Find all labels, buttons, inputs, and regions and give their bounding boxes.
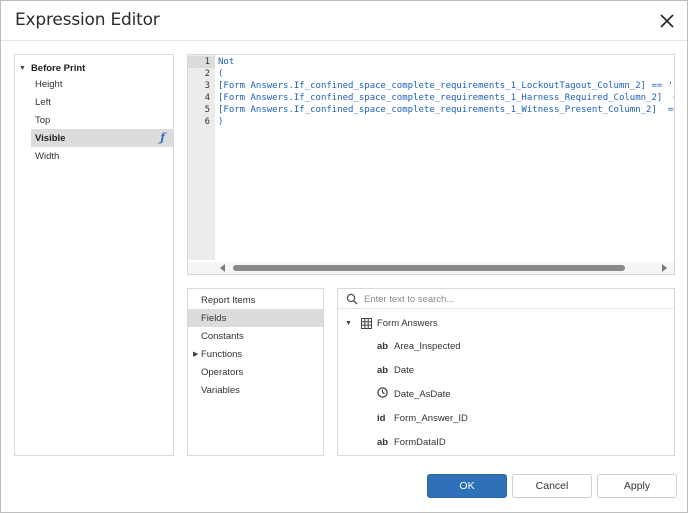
search-row bbox=[338, 289, 674, 309]
field-label: FormDataID bbox=[394, 436, 446, 448]
field-date[interactable]: ab Date bbox=[377, 363, 414, 377]
caret-down-icon: ▼ bbox=[19, 64, 26, 72]
code-line[interactable]: [Form Answers.If_confined_space_complete… bbox=[218, 104, 674, 116]
caret-right-icon: ▶ bbox=[193, 351, 199, 358]
close-icon bbox=[660, 14, 674, 28]
fields-panel: ▼ Form Answers ab Area_Inspected ab Date bbox=[337, 288, 675, 456]
caret-down-icon: ▼ bbox=[345, 319, 352, 327]
code-line[interactable]: [Form Answers.If_confined_space_complete… bbox=[218, 92, 674, 104]
clock-icon bbox=[377, 387, 390, 401]
field-form-answer-id[interactable]: id Form_Answer_ID bbox=[377, 411, 468, 425]
field-label: Date_AsDate bbox=[394, 388, 451, 400]
search-icon bbox=[346, 293, 358, 305]
apply-button[interactable]: Apply bbox=[597, 474, 677, 498]
field-label: Date bbox=[394, 364, 415, 376]
expression-code-editor[interactable]: 1 2 3 4 5 6 Not ( [Form Answers.If_confi… bbox=[187, 54, 675, 275]
text-type-icon: ab bbox=[377, 340, 389, 352]
category-label: Report Items bbox=[201, 294, 256, 306]
tree-item-height[interactable]: Height bbox=[31, 75, 173, 93]
field-label: Form_Answer_ID bbox=[394, 412, 468, 424]
ok-button[interactable]: OK bbox=[427, 474, 507, 498]
scroll-right-icon[interactable] bbox=[662, 264, 667, 272]
field-formdataid[interactable]: ab FormDataID bbox=[377, 435, 446, 449]
close-button[interactable] bbox=[655, 9, 679, 33]
line-number: 5 bbox=[204, 105, 210, 115]
search-input[interactable] bbox=[364, 291, 664, 307]
category-label: Functions bbox=[201, 348, 243, 360]
field-area-inspected[interactable]: ab Area_Inspected bbox=[377, 339, 461, 353]
category-report-items[interactable]: Report Items bbox=[188, 291, 323, 309]
category-constants[interactable]: Constants bbox=[188, 327, 323, 345]
expression-editor-dialog: Expression Editor ▼ Before Print Height … bbox=[0, 0, 688, 513]
category-functions[interactable]: ▶ Functions bbox=[188, 345, 323, 363]
category-label: Operators bbox=[201, 366, 244, 378]
field-label: Area_Inspected bbox=[394, 340, 461, 352]
tree-item-top[interactable]: Top bbox=[31, 111, 173, 129]
code-line[interactable]: ) bbox=[218, 116, 223, 128]
scrollbar-thumb[interactable] bbox=[233, 265, 625, 271]
tree-item-left[interactable]: Left bbox=[31, 93, 173, 111]
cancel-button[interactable]: Cancel bbox=[512, 474, 592, 498]
code-line[interactable]: [Form Answers.If_confined_space_complete… bbox=[218, 80, 674, 92]
tree-item-width[interactable]: Width bbox=[31, 147, 173, 165]
line-number: 1 bbox=[188, 56, 215, 68]
horizontal-scrollbar[interactable] bbox=[188, 262, 674, 274]
title-bar: Expression Editor bbox=[1, 1, 687, 41]
line-number: 6 bbox=[204, 117, 210, 127]
line-number: 3 bbox=[204, 81, 210, 91]
category-label: Variables bbox=[201, 384, 240, 396]
line-number: 4 bbox=[204, 93, 210, 103]
id-type-icon: id bbox=[377, 412, 386, 424]
category-label: Constants bbox=[201, 330, 244, 342]
tree-item-label: Width bbox=[35, 150, 60, 162]
category-list: Report Items Fields Constants ▶ Function… bbox=[187, 288, 324, 456]
dialog-title: Expression Editor bbox=[15, 10, 160, 30]
line-number: 2 bbox=[204, 69, 210, 79]
field-date-asdate[interactable]: Date_AsDate bbox=[377, 387, 451, 401]
field-root-label: Form Answers bbox=[376, 317, 438, 329]
tree-item-label: Height bbox=[35, 78, 63, 90]
function-icon: ƒ bbox=[160, 131, 165, 144]
tree-item-label: Top bbox=[35, 114, 51, 126]
tree-item-label: Left bbox=[35, 96, 51, 108]
field-root-form-answers[interactable]: ▼ Form Answers bbox=[345, 316, 438, 330]
category-label: Fields bbox=[201, 312, 227, 324]
category-variables[interactable]: Variables bbox=[188, 381, 323, 399]
code-line[interactable]: Not bbox=[218, 56, 234, 68]
text-type-icon: ab bbox=[377, 436, 389, 448]
line-number-gutter: 1 2 3 4 5 6 bbox=[188, 55, 215, 260]
code-line[interactable]: ( bbox=[218, 68, 223, 80]
category-fields[interactable]: Fields bbox=[188, 309, 323, 327]
category-operators[interactable]: Operators bbox=[188, 363, 323, 381]
tree-item-label: Visible bbox=[35, 132, 66, 144]
text-type-icon: ab bbox=[377, 364, 389, 376]
property-tree: ▼ Before Print Height Left Top Visible ƒ… bbox=[14, 54, 174, 456]
tree-root-label: Before Print bbox=[30, 62, 86, 74]
scroll-left-icon[interactable] bbox=[220, 264, 225, 272]
table-icon bbox=[360, 317, 372, 329]
tree-item-visible[interactable]: Visible ƒ bbox=[31, 129, 173, 147]
